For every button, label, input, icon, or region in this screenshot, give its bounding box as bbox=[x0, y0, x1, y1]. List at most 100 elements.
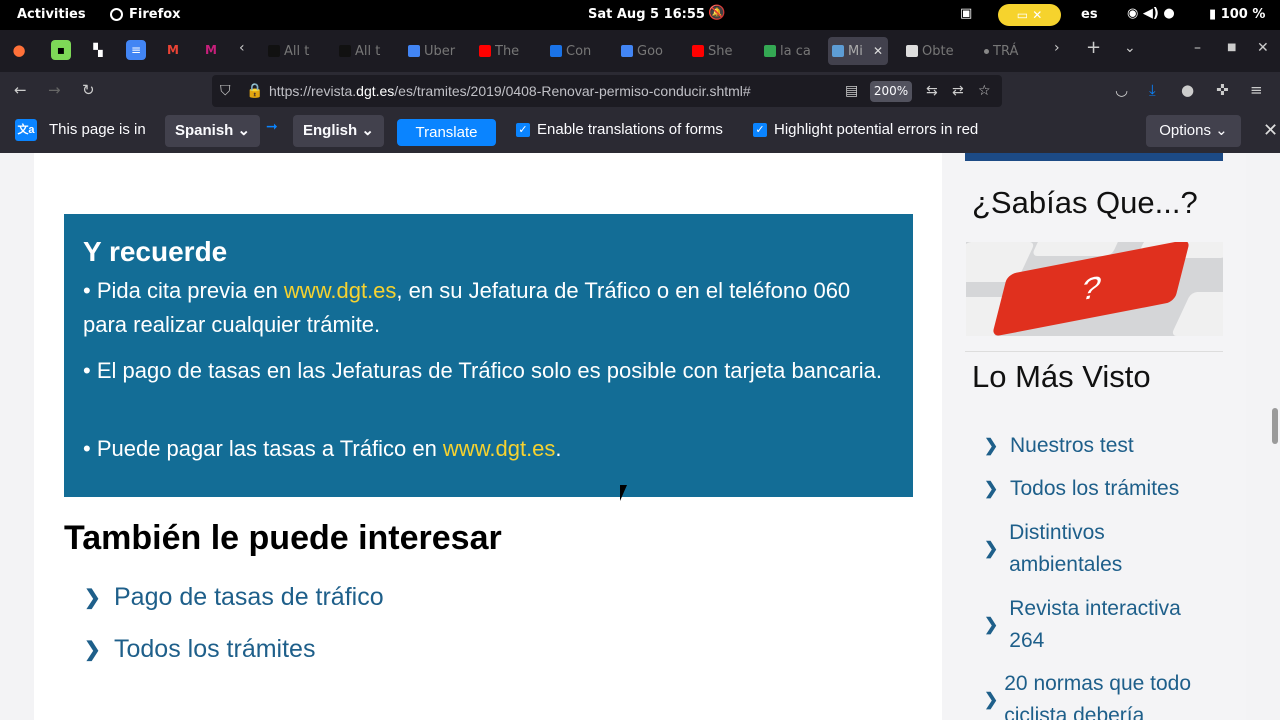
list-all-tabs-icon[interactable]: ⌄ bbox=[1124, 40, 1136, 56]
page-translation-icon[interactable]: ⇄ bbox=[952, 83, 964, 99]
to-language-select[interactable]: English ⌄ bbox=[293, 115, 384, 147]
reload-icon[interactable]: ↻ bbox=[82, 81, 95, 99]
tab-favicon bbox=[268, 45, 280, 57]
related-link-pago-tasas[interactable]: ❯ Pago de tasas de tráfico bbox=[84, 583, 384, 612]
mas-visto-link-revista[interactable]: ❯ Revista interactiva 264 bbox=[984, 593, 1214, 657]
checkbox-checked-icon[interactable]: ✓ bbox=[516, 122, 530, 137]
tab-7[interactable]: She bbox=[688, 37, 752, 65]
hamburger-menu-icon[interactable]: ≡ bbox=[1250, 81, 1263, 99]
tab-9-active[interactable]: Mi ✕ bbox=[828, 37, 888, 65]
tab-label: All t bbox=[284, 43, 310, 59]
battery-status[interactable]: ▮ 100 % bbox=[1209, 7, 1265, 22]
tab-5[interactable]: Con bbox=[546, 37, 610, 65]
tab-10[interactable]: Obte bbox=[902, 37, 966, 65]
callout-bullet-2: • El pago de tasas en las Jefaturas de T… bbox=[83, 358, 882, 383]
address-bar[interactable]: ⛉ 🔒 https://revista.dgt.es/es/tramites/2… bbox=[212, 75, 1002, 107]
extensions-icon[interactable]: ✜ bbox=[1216, 81, 1229, 99]
keyboard-indicator-pill[interactable]: ▭ ✕ bbox=[998, 4, 1061, 26]
system-status-icons[interactable]: ◉ ◀) ● bbox=[1127, 6, 1175, 21]
url-text[interactable]: https://revista.dgt.es/es/tramites/2019/… bbox=[269, 83, 751, 99]
tab-1[interactable]: All t bbox=[264, 37, 328, 65]
highlight-errors-checkbox[interactable]: ✓ Highlight potential errors in red bbox=[753, 121, 978, 138]
translate-label: This page is in bbox=[49, 121, 146, 138]
shift-key-shape bbox=[1170, 292, 1223, 336]
chevron-right-icon: ❯ bbox=[984, 690, 999, 709]
app-menu[interactable]: Firefox bbox=[110, 7, 181, 22]
close-tab-icon[interactable]: ✕ bbox=[873, 44, 883, 58]
enable-form-translation-checkbox[interactable]: ✓ Enable translations of forms bbox=[516, 121, 723, 138]
translate-direction-arrow-icon: ➞ bbox=[266, 118, 278, 134]
reminder-callout: Y recuerde • Pida cita previa en www.dgt… bbox=[64, 214, 913, 497]
firefox-view-icon[interactable]: ● bbox=[9, 40, 29, 60]
divider bbox=[965, 351, 1223, 352]
screenshot-tray-icon[interactable]: ▣ bbox=[960, 6, 972, 21]
minimize-window-icon[interactable]: – bbox=[1194, 40, 1201, 56]
close-window-icon[interactable]: ✕ bbox=[1257, 40, 1269, 56]
dgt-link[interactable]: www.dgt.es bbox=[443, 436, 556, 461]
mouse-cursor-icon bbox=[620, 485, 627, 501]
callout-bullet-1: • Pida cita previa en www.dgt.es, en su … bbox=[83, 278, 851, 337]
pinned-tab-app-icon[interactable]: ▪ bbox=[51, 40, 71, 60]
scroll-tabs-right-icon[interactable]: › bbox=[1054, 40, 1060, 56]
maximize-window-icon[interactable]: ■ bbox=[1227, 42, 1236, 53]
translate-button[interactable]: Translate bbox=[397, 119, 496, 146]
mas-visto-link-tramites[interactable]: ❯ Todos los trámites bbox=[984, 473, 1214, 505]
forward-icon[interactable]: → bbox=[48, 81, 61, 99]
tab-favicon bbox=[339, 45, 351, 57]
related-link-todos-tramites[interactable]: ❯ Todos los trámites bbox=[84, 635, 315, 664]
mas-visto-link-test[interactable]: ❯ Nuestros test bbox=[984, 430, 1214, 462]
tracking-protection-icon[interactable]: ⛉ bbox=[220, 83, 231, 99]
pinned-tab-grid-icon[interactable]: ▚ bbox=[88, 40, 108, 60]
pinned-tab-mail-icon[interactable]: M bbox=[201, 40, 221, 60]
chevron-right-icon: ❯ bbox=[984, 436, 999, 455]
main-column: Y recuerde • Pida cita previa en www.dgt… bbox=[34, 153, 942, 720]
clock[interactable]: Sat Aug 5 16:55 bbox=[588, 7, 705, 22]
mas-visto-link-normas[interactable]: ❯ 20 normas que todo ciclista debería bbox=[984, 668, 1214, 720]
tab-8[interactable]: la ca bbox=[760, 37, 824, 65]
sidebar-banner-image[interactable] bbox=[965, 153, 1223, 161]
pocket-icon[interactable]: ◡ bbox=[1115, 81, 1128, 99]
tab-strip: ● ▪ ▚ ≡ M M ‹ All t All t Uber The Con G… bbox=[0, 30, 1280, 72]
tab-label: All t bbox=[355, 43, 381, 59]
navigation-toolbar: ← → ↻ ⛉ 🔒 https://revista.dgt.es/es/tram… bbox=[0, 72, 1280, 110]
chevron-down-icon: ⌄ bbox=[1215, 122, 1228, 139]
tab-label: Obte bbox=[922, 43, 954, 59]
from-language-select[interactable]: Spanish ⌄ bbox=[165, 115, 261, 147]
chevron-right-icon: ❯ bbox=[984, 539, 999, 558]
input-language[interactable]: es bbox=[1081, 7, 1098, 22]
pinned-tab-docs-icon[interactable]: ≡ bbox=[126, 40, 146, 60]
downloads-icon[interactable]: ⤓ bbox=[1149, 81, 1156, 99]
tab-11[interactable]: TRÁ bbox=[980, 37, 1044, 65]
dgt-link[interactable]: www.dgt.es bbox=[284, 278, 397, 303]
checkbox-checked-icon[interactable]: ✓ bbox=[753, 122, 767, 137]
tab-label: The bbox=[495, 43, 520, 59]
bookmark-star-icon[interactable]: ☆ bbox=[978, 83, 991, 99]
question-key-image[interactable]: ? bbox=[966, 242, 1223, 336]
lock-icon[interactable]: 🔒 bbox=[246, 83, 263, 99]
tab-label: Goo bbox=[637, 43, 663, 59]
keyboard-key-shape bbox=[1031, 242, 1121, 256]
tab-2[interactable]: All t bbox=[335, 37, 399, 65]
chevron-down-icon: ⌄ bbox=[237, 122, 251, 139]
account-avatar-icon[interactable]: ● bbox=[1181, 81, 1194, 99]
close-translation-bar-icon[interactable]: ✕ bbox=[1263, 120, 1278, 141]
scroll-tabs-left-icon[interactable]: ‹ bbox=[239, 40, 245, 56]
reader-view-icon[interactable]: ▤ bbox=[845, 83, 858, 99]
translate-page-icon[interactable]: ⇆ bbox=[926, 83, 938, 99]
zoom-level-button[interactable]: 200% bbox=[870, 81, 912, 102]
tab-6[interactable]: Goo bbox=[617, 37, 681, 65]
tab-label: la ca bbox=[780, 43, 811, 59]
mas-visto-heading: Lo Más Visto bbox=[972, 359, 1151, 394]
sidebar: ¿Sabías Que...? ? Lo Más Visto ❯ Nuestros… bbox=[942, 153, 1246, 720]
new-tab-icon[interactable]: + bbox=[1086, 37, 1101, 58]
back-icon[interactable]: ← bbox=[14, 81, 27, 99]
options-button[interactable]: Options ⌄ bbox=[1146, 115, 1241, 147]
page-scrollbar[interactable] bbox=[1272, 408, 1278, 444]
tab-4[interactable]: The bbox=[475, 37, 539, 65]
pinned-tab-gmail-icon[interactable]: M bbox=[163, 40, 183, 60]
chevron-right-icon: ❯ bbox=[984, 615, 999, 634]
tab-3[interactable]: Uber bbox=[404, 37, 468, 65]
mas-visto-link-distintivos[interactable]: ❯ Distintivos ambientales bbox=[984, 517, 1214, 581]
activities-button[interactable]: Activities bbox=[17, 7, 86, 22]
tab-favicon bbox=[906, 45, 918, 57]
